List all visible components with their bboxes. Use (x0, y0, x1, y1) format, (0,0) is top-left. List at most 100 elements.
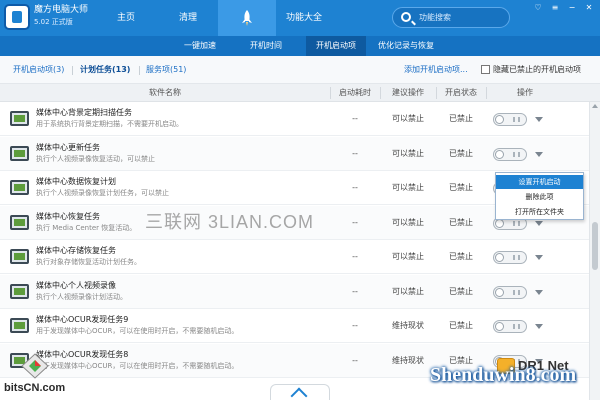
search-placeholder: 功能搜索 (419, 13, 451, 22)
toggle-knob (495, 115, 504, 124)
minimize-button[interactable]: − (565, 2, 579, 14)
filter-bar: 开机启动项(3) 计划任务(13) 服务项(51) 添加开机启动项... 隐藏已… (0, 56, 600, 84)
task-status: 已禁止 (449, 217, 473, 227)
table-row[interactable]: 媒体中心更新任务 执行个人视频录像恢复活动，可以禁止 -- 可以禁止 已禁止 (0, 136, 600, 171)
search-box[interactable]: 功能搜索 (392, 7, 510, 28)
task-description: 用于发现媒体中心OCUR，可以在使用时开启，不需要随机启动。 (36, 361, 239, 370)
startup-toggle[interactable] (493, 147, 527, 161)
task-app-icon (10, 249, 29, 264)
tab-startup-items[interactable]: 开机启动项 (306, 36, 366, 56)
task-name: 媒体中心个人视频录像 (36, 280, 116, 290)
nav-tools[interactable]: 功能大全 (276, 0, 332, 36)
app-logo-icon (4, 4, 30, 30)
task-advice: 可以禁止 (392, 183, 424, 192)
task-startup-time: -- (352, 114, 358, 123)
nav-clean[interactable]: 清理 (162, 0, 214, 36)
hide-disabled-checkbox[interactable] (481, 65, 490, 74)
tab-one-click-speedup[interactable]: 一键加速 (170, 36, 230, 56)
scroll-thumb[interactable] (592, 222, 598, 270)
toggle-knob (495, 322, 504, 331)
expand-panel-button[interactable] (270, 384, 330, 400)
task-description: 用于发现媒体中心OCUR，可以在使用时开启，不需要随机启动。 (36, 327, 239, 335)
task-description: 执行个人视频录像计划活动。 (36, 292, 127, 301)
task-app-icon (10, 145, 29, 161)
startup-toggle[interactable] (493, 285, 527, 299)
task-description: 执行个人视频录像恢复计划任务，可以禁止 (36, 189, 169, 197)
bitscn-logo-icon (21, 353, 49, 379)
chevron-down-icon[interactable] (535, 220, 543, 226)
chevron-down-icon[interactable] (535, 151, 543, 157)
task-advice: 可以禁止 (392, 217, 424, 227)
toggle-grip (518, 151, 520, 157)
filter-scheduled-tasks[interactable]: 计划任务(13) (80, 65, 130, 75)
toggle-knob (495, 253, 504, 262)
task-app-icon (10, 283, 29, 299)
filter-startup-items[interactable]: 开机启动项(3) (13, 65, 64, 75)
task-description: 执行个人视频录像恢复活动，可以禁止 (36, 154, 155, 163)
filter-services[interactable]: 服务项(51) (146, 65, 186, 75)
nav-home[interactable]: 主页 (100, 0, 152, 36)
menu-delete-item[interactable]: 删除此项 (496, 190, 583, 204)
chevron-down-icon[interactable] (535, 117, 543, 122)
task-name: 媒体中心存储恢复任务 (36, 246, 116, 255)
vertical-scrollbar[interactable] (589, 102, 600, 400)
startup-toggle[interactable] (493, 320, 527, 333)
watermark-bitscn: bitsCN.com (4, 352, 66, 398)
task-name: 媒体中心OCUR发现任务9 (36, 315, 129, 324)
menu-set-startup[interactable]: 设置开机启动 (496, 175, 583, 189)
table-row[interactable]: 媒体中心OCUR发现任务9 用于发现媒体中心OCUR，可以在使用时开启，不需要随机… (0, 309, 600, 343)
col-software-name: 软件名称 (149, 88, 181, 97)
task-description: 执行 Media Center 恢复活动。 (36, 223, 137, 232)
task-status: 已禁止 (449, 148, 473, 158)
table-row[interactable]: 媒体中心存储恢复任务 执行对象存储恢复活动计划任务。 -- 可以禁止 已禁止 (0, 240, 600, 274)
tab-boot-time[interactable]: 开机时间 (232, 36, 300, 56)
chevron-down-icon[interactable] (535, 255, 543, 260)
tab-optimize-history[interactable]: 优化记录与恢复 (370, 36, 442, 56)
rocket-icon (242, 10, 252, 26)
task-startup-time: -- (352, 286, 358, 296)
toggle-grip (518, 289, 520, 295)
scroll-up-icon[interactable] (592, 104, 598, 108)
chevron-down-icon[interactable] (535, 324, 543, 329)
app-version: 5.02 正式版 (34, 18, 73, 26)
task-advice: 可以禁止 (392, 252, 424, 261)
task-advice: 维持现状 (392, 321, 424, 330)
sub-tab-bar: 一键加速 开机时间 开机启动项 优化记录与恢复 (0, 36, 600, 56)
task-description: 执行对象存储恢复活动计划任务。 (36, 258, 141, 266)
task-status: 已禁止 (449, 252, 473, 261)
task-startup-time: -- (352, 148, 358, 158)
chevron-down-icon[interactable] (535, 289, 543, 295)
task-startup-time: -- (352, 183, 358, 192)
skin-button[interactable]: ♡ (531, 2, 545, 14)
title-bar: 魔方电脑大师 5.02 正式版 主页 清理 功能大全 功能搜索 ♡ ≡ − ✕ (0, 0, 600, 36)
context-menu: 设置开机启动 删除此项 打开所在文件夹 (495, 172, 584, 220)
table-header: 软件名称 启动耗时 建议操作 开启状态 操作 (0, 84, 600, 102)
task-status: 已禁止 (449, 286, 473, 296)
task-name: 媒体中心数据恢复计划 (36, 177, 116, 186)
close-button[interactable]: ✕ (582, 2, 596, 14)
startup-toggle[interactable] (493, 113, 527, 126)
task-startup-time: -- (352, 217, 358, 227)
table-row[interactable]: 媒体中心个人视频录像 执行个人视频录像计划活动。 -- 可以禁止 已禁止 (0, 274, 600, 309)
task-app-icon (10, 318, 29, 333)
task-name: 媒体中心恢复任务 (36, 211, 100, 221)
task-advice: 维持现状 (392, 355, 424, 365)
table-row[interactable]: 媒体中心背景定期扫描任务 用于系统执行背景定期扫描，不需要开机启动。 -- 可以禁止 已… (0, 102, 600, 136)
menu-open-folder[interactable]: 打开所在文件夹 (496, 205, 583, 219)
task-advice: 可以禁止 (392, 148, 424, 158)
chevron-up-icon (290, 387, 308, 400)
task-startup-time: -- (352, 355, 358, 365)
col-status: 开启状态 (445, 88, 477, 97)
nav-optimize[interactable] (218, 0, 276, 36)
add-startup-item-link[interactable]: 添加开机启动项... (404, 65, 468, 75)
menu-button[interactable]: ≡ (548, 2, 562, 14)
task-status: 已禁止 (449, 183, 473, 192)
toggle-grip (513, 289, 515, 295)
watermark-3lian: 三联网 3LIAN.COM (145, 212, 315, 232)
task-advice: 可以禁止 (392, 114, 424, 123)
startup-toggle[interactable] (493, 251, 527, 264)
toggle-grip (513, 151, 515, 157)
task-status: 已禁止 (449, 321, 473, 330)
filter-separator (72, 66, 73, 75)
toggle-grip (518, 220, 520, 226)
